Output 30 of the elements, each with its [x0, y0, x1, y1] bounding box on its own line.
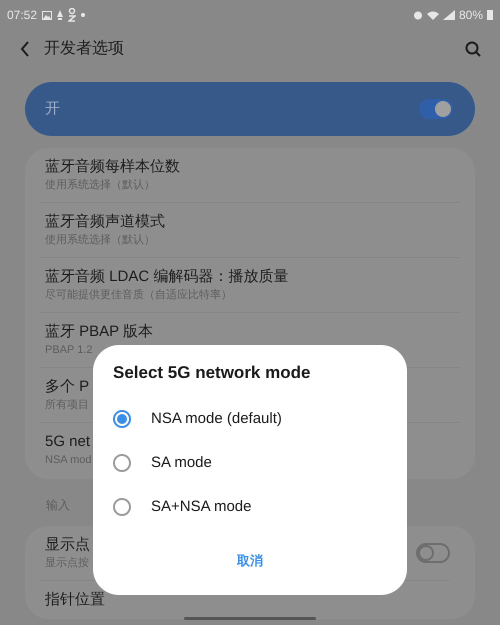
setting-title[interactable]: 蓝牙 PBAP 版本 [45, 322, 154, 342]
radio-button[interactable] [113, 498, 131, 516]
clock: 07:52 [7, 7, 38, 24]
dot-icon [81, 13, 86, 17]
master-switch-bar[interactable]: 开 [25, 82, 475, 136]
setting-title[interactable]: 指针位置 [45, 590, 105, 610]
setting-title[interactable]: 蓝牙音频声道模式 [45, 212, 165, 232]
setting-title[interactable]: 5G net [45, 432, 92, 452]
wifi-icon [426, 10, 439, 20]
setting-title[interactable]: 显示点 [45, 535, 90, 555]
switch-label: 开 [45, 98, 60, 119]
setting-title[interactable]: 蓝牙音频每样本位数 [45, 157, 180, 177]
back-icon[interactable] [20, 41, 30, 57]
toggle-switch[interactable] [416, 543, 450, 563]
radio-button[interactable] [113, 454, 131, 472]
radio-option[interactable]: SA+NSA mode [113, 485, 387, 529]
battery-percent: 80% [458, 7, 483, 24]
image-icon [42, 10, 52, 20]
dialog-title: Select 5G network mode [113, 363, 312, 383]
signal-icon [442, 10, 455, 20]
setting-title[interactable]: 多个 P [45, 377, 90, 397]
battery-icon [487, 10, 493, 20]
toggle-switch[interactable] [419, 99, 453, 119]
cancel-button[interactable]: 取消 [229, 547, 271, 574]
radio-button[interactable] [113, 410, 131, 428]
setting-title[interactable]: 蓝牙音频 LDAC 编解码器：播放质量 [45, 267, 288, 287]
search-icon[interactable] [465, 41, 481, 57]
radio-option[interactable]: NSA mode (default) [113, 397, 387, 441]
page-title: 开发者选项 [44, 38, 124, 59]
radio-option[interactable]: SA mode [113, 441, 387, 485]
